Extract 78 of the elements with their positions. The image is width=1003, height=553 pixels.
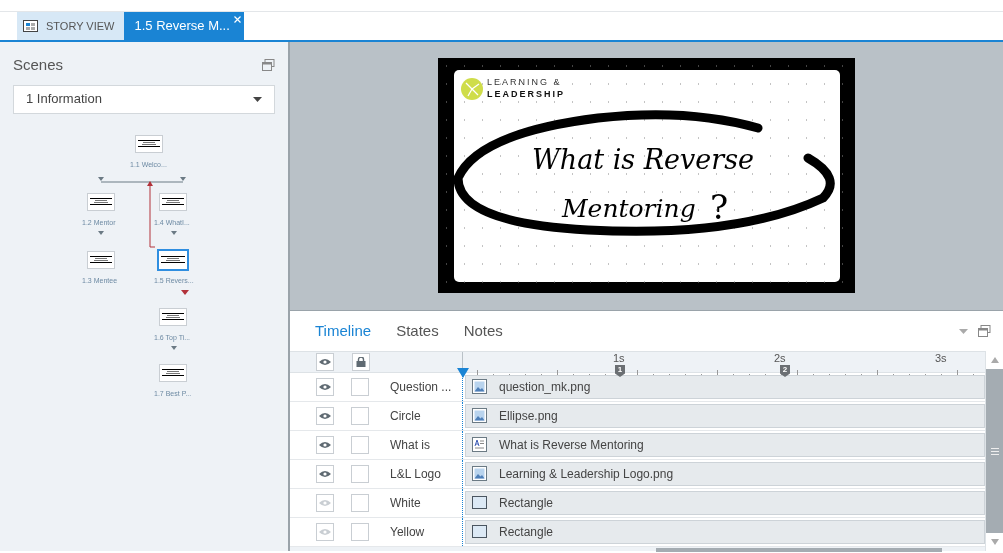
- image-icon: [472, 408, 487, 423]
- slide-thumbnail[interactable]: [159, 363, 187, 382]
- time-label: 1s: [613, 352, 625, 365]
- timeline-bar[interactable]: question_mk.png: [465, 374, 985, 399]
- arrow-icon: [181, 289, 189, 295]
- arrow-icon: [171, 345, 177, 350]
- arrow-icon: [171, 230, 177, 235]
- slide-thumbnail[interactable]: [157, 248, 189, 271]
- playhead-icon[interactable]: [457, 368, 469, 378]
- time-label: 3s: [935, 352, 947, 365]
- panel-title: Scenes: [13, 55, 64, 75]
- slide-thumbnail[interactable]: [135, 134, 163, 153]
- eye-icon: [319, 440, 331, 449]
- layer-name: Question ...: [390, 378, 452, 396]
- rectangle-icon: [472, 524, 487, 539]
- visibility-toggle[interactable]: [316, 435, 334, 454]
- scene-dropdown[interactable]: 1 Information: [13, 84, 275, 114]
- caret-icon: [253, 96, 262, 102]
- image-icon: [472, 379, 487, 394]
- lock-checkbox[interactable]: [351, 464, 369, 483]
- visibility-toggle[interactable]: [316, 464, 334, 483]
- eye-icon: [319, 527, 331, 536]
- panel-tab[interactable]: Timeline: [315, 319, 372, 343]
- layer-name: White: [390, 494, 421, 512]
- layer-name: What is: [390, 436, 430, 454]
- logo-text: LEADERSHIP: [487, 88, 565, 101]
- grip-icon: [990, 447, 999, 455]
- restore-icon[interactable]: [978, 325, 991, 337]
- horizontal-scrollbar-thumb[interactable]: [656, 547, 942, 552]
- slide-thumbnail[interactable]: [87, 250, 115, 269]
- lock-checkbox[interactable]: [351, 435, 369, 454]
- arrow-icon: [98, 230, 104, 235]
- time-label: 2s: [774, 352, 786, 365]
- slide-thumbnail[interactable]: [159, 192, 187, 211]
- scroll-down-icon[interactable]: [990, 539, 999, 545]
- lock-checkbox[interactable]: [351, 406, 369, 425]
- eye-icon: [319, 498, 331, 507]
- timeline-bar[interactable]: What is Reverse Mentoring: [465, 432, 985, 457]
- slide-heading: Mentoring: [562, 193, 696, 225]
- vertical-scrollbar-thumb[interactable]: [986, 369, 1003, 533]
- visibility-toggle[interactable]: [316, 493, 334, 512]
- eye-icon: [319, 411, 331, 420]
- panel-tab[interactable]: Notes: [463, 319, 503, 343]
- visibility-toggle[interactable]: [316, 377, 334, 396]
- layer-name: L&L Logo: [390, 465, 441, 483]
- timeline-bar[interactable]: Rectangle: [465, 519, 985, 544]
- visibility-toggle[interactable]: [316, 522, 334, 541]
- restore-icon[interactable]: [262, 59, 275, 72]
- image-icon: [472, 466, 487, 481]
- lock-checkbox[interactable]: [351, 493, 369, 512]
- timeline-bar[interactable]: Rectangle: [465, 490, 985, 515]
- lock-icon: [356, 356, 366, 367]
- timeline-bar[interactable]: Learning & Leadership Logo.png: [465, 461, 985, 486]
- slide-heading: What is Reverse: [532, 143, 755, 177]
- text-box-icon: [472, 437, 487, 452]
- eye-icon: [319, 357, 331, 366]
- timeline-bar[interactable]: Ellipse.png: [465, 403, 985, 428]
- lock-checkbox[interactable]: [351, 522, 369, 541]
- eye-icon: [319, 382, 331, 391]
- lock-toggle[interactable]: [352, 352, 370, 371]
- layer-name: Yellow: [390, 523, 425, 541]
- document-tab[interactable]: STORY VIEW: [17, 12, 125, 40]
- visibility-toggle[interactable]: [316, 352, 334, 371]
- slide-thumbnail[interactable]: [87, 192, 115, 211]
- close-icon[interactable]: [233, 16, 241, 23]
- lock-checkbox[interactable]: [351, 377, 369, 396]
- slide-thumbnail[interactable]: [159, 307, 187, 326]
- eye-icon: [319, 469, 331, 478]
- rectangle-icon: [472, 495, 487, 510]
- caret-icon[interactable]: [959, 328, 968, 334]
- visibility-toggle[interactable]: [316, 406, 334, 425]
- layer-name: Circle: [390, 407, 421, 425]
- scroll-up-icon[interactable]: [990, 357, 999, 363]
- panel-tab[interactable]: States: [396, 319, 439, 343]
- story-view-icon: [23, 20, 38, 32]
- question-mark-text: ?: [710, 186, 729, 229]
- logo-text: LEARNING &: [487, 76, 562, 89]
- document-tab[interactable]: 1.5 Reverse M...: [124, 12, 244, 40]
